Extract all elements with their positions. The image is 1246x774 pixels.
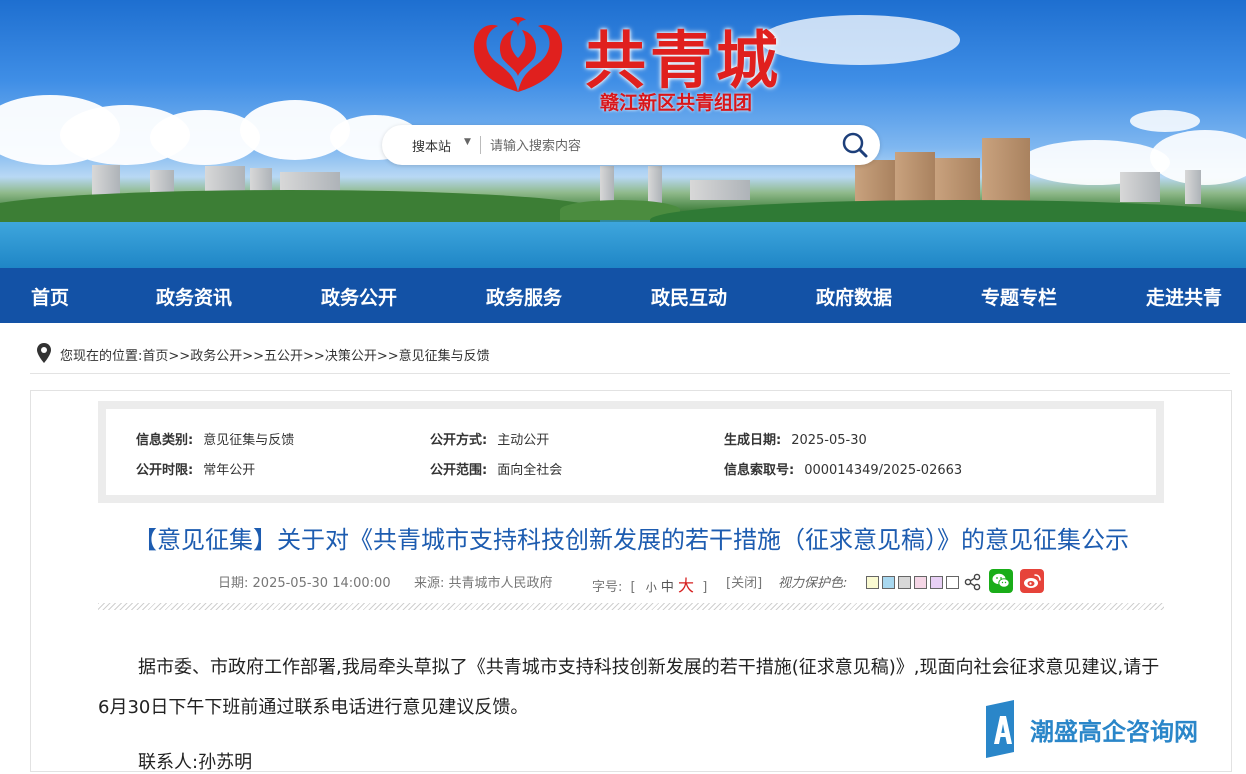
logo-emblem-icon: [473, 17, 563, 93]
weibo-share-icon[interactable]: [1020, 569, 1044, 593]
nav-item-disclosure[interactable]: 政务公开: [321, 283, 397, 310]
eye-care-swatch-white[interactable]: [946, 576, 959, 589]
nav-item-interaction[interactable]: 政民互动: [651, 283, 727, 310]
breadcrumb-item-home[interactable]: 首页: [142, 349, 168, 364]
watermark-logo-icon: [986, 700, 1014, 758]
article-source-value: 共青城市人民政府: [448, 576, 553, 591]
watermark: 潮盛高企咨询网: [978, 700, 1218, 758]
nav-item-home[interactable]: 首页: [31, 283, 69, 310]
wechat-share-icon[interactable]: [989, 569, 1013, 593]
nav-item-services[interactable]: 政务服务: [486, 283, 562, 310]
breadcrumb-separator: >>: [303, 349, 325, 364]
search-icon[interactable]: [840, 131, 870, 159]
cloud: [1130, 110, 1200, 132]
info-scope-label: 公开范围:: [430, 463, 488, 478]
article-date: 日期: 2025-05-30 14:00:00: [218, 572, 391, 591]
article-source-label: 来源:: [414, 576, 445, 591]
site-logo-title: 共青城: [584, 24, 783, 97]
watermark-text: 潮盛高企咨询网: [1030, 717, 1198, 746]
font-size-label: 字号:: [592, 580, 623, 595]
location-pin-icon: [37, 343, 51, 363]
info-date-value: 2025-05-30: [791, 433, 867, 448]
font-small-button[interactable]: 小: [646, 581, 657, 594]
title-divider: [98, 603, 1164, 610]
breadcrumb-item-five-disclosures[interactable]: 五公开: [264, 349, 303, 364]
eye-care-label: 视力保护色:: [778, 576, 848, 591]
font-medium-button[interactable]: 中: [661, 580, 674, 595]
info-date: 生成日期: 2025-05-30: [724, 429, 867, 448]
info-category-value: 意见征集与反馈: [203, 433, 295, 448]
info-scope-value: 面向全社会: [497, 463, 563, 478]
font-size-bracket-open: [: [630, 580, 636, 595]
share-icon[interactable]: [964, 573, 982, 591]
breadcrumb-prefix: 您现在的位置:: [60, 349, 143, 364]
search-bar: 搜本站 ▼: [382, 125, 880, 165]
info-index-label: 信息索取号:: [724, 463, 795, 478]
info-method-label: 公开方式:: [430, 433, 488, 448]
breadcrumb-trail: 您现在的位置:首页>>政务公开>>五公开>>决策公开>>意见征集与反馈: [60, 345, 490, 364]
eye-care-swatch-grey[interactable]: [898, 576, 911, 589]
search-divider: [480, 136, 481, 154]
caret-down-icon[interactable]: ▼: [464, 137, 471, 147]
info-period-label: 公开时限:: [136, 463, 194, 478]
nav-item-data[interactable]: 政府数据: [816, 283, 892, 310]
breadcrumb-item-decision[interactable]: 决策公开: [325, 349, 377, 364]
font-size-control: 字号: [ 小 中 大 ]: [592, 572, 707, 596]
search-input[interactable]: [488, 133, 812, 159]
info-date-label: 生成日期:: [724, 433, 782, 448]
eye-care-swatch-purple[interactable]: [930, 576, 943, 589]
breadcrumb-separator: >>: [168, 349, 191, 364]
info-method: 公开方式: 主动公开: [430, 429, 549, 448]
building: [1185, 170, 1201, 204]
nav-item-news[interactable]: 政务资讯: [156, 283, 232, 310]
site-logo-subtitle: 赣江新区共青组团: [600, 92, 753, 114]
nav-item-about[interactable]: 走进共青: [1146, 283, 1222, 310]
article-title: 【意见征集】关于对《共青城市支持科技创新发展的若干措施（征求意见稿）》的意见征集…: [133, 526, 1129, 554]
close-page-button[interactable]: [关闭]: [726, 572, 762, 591]
breadcrumb-separator: >>: [242, 349, 265, 364]
building: [1120, 172, 1160, 202]
building: [690, 180, 750, 200]
info-category: 信息类别: 意见征集与反馈: [136, 429, 294, 448]
search-scope-select[interactable]: 搜本站: [412, 136, 451, 155]
breadcrumb-divider: [30, 373, 1230, 374]
info-scope: 公开范围: 面向全社会: [430, 459, 562, 478]
breadcrumb-item-current[interactable]: 意见征集与反馈: [399, 349, 490, 364]
info-method-value: 主动公开: [497, 433, 550, 448]
breadcrumb-item-disclosure[interactable]: 政务公开: [190, 349, 242, 364]
main-nav: 首页 政务资讯 政务公开 政务服务 政民互动 政府数据 专题专栏 走进共青: [0, 268, 1246, 323]
breadcrumb-separator: >>: [376, 349, 399, 364]
eye-care-swatch-yellow[interactable]: [866, 576, 879, 589]
info-table: [106, 409, 1156, 495]
eye-care-swatch-blue[interactable]: [882, 576, 895, 589]
article-contact: 联系人:孙苏明: [138, 752, 253, 773]
article-date-label: 日期:: [218, 576, 249, 591]
article-date-value: 2025-05-30 14:00:00: [252, 576, 391, 591]
info-index: 信息索取号: 000014349/2025-02663: [724, 459, 962, 478]
eye-care-swatch-pink[interactable]: [914, 576, 927, 589]
info-period-value: 常年公开: [203, 463, 256, 478]
lake: [0, 222, 1246, 268]
nav-item-topics[interactable]: 专题专栏: [981, 283, 1057, 310]
info-period: 公开时限: 常年公开: [136, 459, 255, 478]
header-banner: 共青城 赣江新区共青组团 搜本站 ▼: [0, 0, 1246, 268]
font-large-button[interactable]: 大: [678, 576, 694, 595]
info-category-label: 信息类别:: [136, 433, 194, 448]
article-source: 来源: 共青城市人民政府: [414, 572, 553, 591]
font-size-bracket-close: ]: [702, 580, 708, 595]
building: [92, 165, 120, 195]
cloud: [760, 15, 960, 65]
info-index-value: 000014349/2025-02663: [804, 463, 963, 478]
